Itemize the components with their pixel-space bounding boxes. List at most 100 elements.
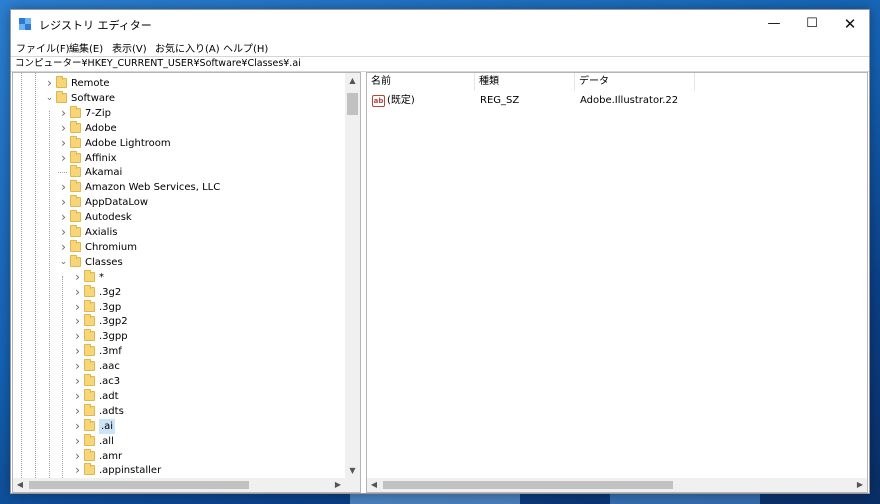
tree-item-label[interactable]: Adobe Lightroom (85, 136, 171, 151)
menu-edit[interactable]: 編集(E) (69, 40, 103, 55)
value-name[interactable]: (既定) (387, 93, 415, 109)
tree-item-label[interactable]: .adt (99, 389, 119, 404)
scroll-left-icon[interactable]: ◀ (13, 478, 27, 492)
tree-row[interactable]: › .amr (13, 448, 343, 464)
tree-item-label[interactable]: .adts (99, 404, 124, 419)
tree-item-label[interactable]: .appinstaller (99, 463, 161, 478)
tree-row[interactable]: › Amazon Web Services, LLC (13, 180, 343, 195)
chevron-right-icon[interactable]: › (59, 210, 68, 225)
minimize-button[interactable]: — (755, 10, 793, 38)
scroll-down-icon[interactable]: ▼ (345, 463, 360, 478)
chevron-right-icon[interactable]: › (73, 285, 82, 300)
chevron-right-icon[interactable]: › (73, 359, 82, 374)
tree-row[interactable]: › .3g2 (13, 284, 343, 300)
tree-item-label[interactable]: * (99, 270, 104, 285)
chevron-right-icon[interactable]: › (59, 106, 68, 121)
value-type[interactable]: REG_SZ (480, 93, 519, 109)
chevron-right-icon[interactable]: › (59, 240, 68, 255)
tree-row[interactable]: › .ac3 (13, 374, 343, 389)
title-bar[interactable]: レジストリ エディター — ☐ ✕ (11, 10, 869, 38)
chevron-right-icon[interactable]: › (59, 121, 68, 136)
tree-row[interactable]: › Chromium (13, 239, 343, 255)
values-horizontal-scrollbar[interactable]: ◀ ▶ (367, 478, 867, 492)
tree-item-label[interactable]: Software (71, 91, 115, 106)
chevron-right-icon[interactable]: › (73, 434, 82, 449)
scroll-right-icon[interactable]: ▶ (331, 478, 345, 492)
tree-item-label[interactable]: Classes (85, 255, 123, 270)
chevron-right-icon[interactable]: › (59, 195, 68, 210)
chevron-right-icon[interactable]: › (73, 463, 82, 478)
scroll-thumb[interactable] (347, 93, 358, 115)
chevron-right-icon[interactable]: › (73, 389, 82, 404)
chevron-right-icon[interactable]: › (45, 76, 54, 91)
close-button[interactable]: ✕ (831, 10, 869, 38)
tree-row[interactable]: › .ai (13, 418, 343, 434)
tree-item-label[interactable]: .all (99, 434, 114, 449)
tree-row[interactable]: › .adt (13, 388, 343, 404)
chevron-right-icon[interactable]: › (73, 270, 82, 285)
tree-item-label[interactable]: Chromium (85, 240, 137, 255)
tree-item-label[interactable]: .3gp2 (99, 314, 128, 329)
chevron-right-icon[interactable]: › (73, 344, 82, 359)
scroll-left-icon[interactable]: ◀ (367, 478, 381, 492)
chevron-down-icon[interactable]: ⌄ (59, 255, 68, 270)
tree-horizontal-scrollbar[interactable]: ◀ ▶ (13, 478, 345, 492)
tree-row[interactable]: › Autodesk (13, 210, 343, 225)
key-tree-pane[interactable]: › Remote ⌄ Software › 7-Zip › Adobe › Adobe Light… (12, 72, 361, 493)
tree-row[interactable]: › .3mf (13, 344, 343, 359)
tree-row[interactable]: › Affinix (13, 150, 343, 166)
tree-row[interactable]: Akamai (13, 165, 343, 180)
tree-row[interactable]: › Adobe Lightroom (13, 135, 343, 151)
chevron-down-icon[interactable]: ⌄ (45, 91, 54, 106)
scroll-thumb[interactable] (29, 481, 249, 489)
tree-row[interactable]: › .all (13, 433, 343, 449)
tree-item-label[interactable]: Affinix (85, 151, 117, 166)
tree-row[interactable]: › * (13, 269, 343, 285)
chevron-right-icon[interactable]: › (73, 404, 82, 419)
tree-item-label[interactable]: Remote (71, 76, 110, 91)
column-header-type[interactable]: 種類 (475, 73, 575, 91)
tree-item-label[interactable]: .aac (99, 359, 120, 374)
tree-row[interactable]: › Remote (13, 76, 343, 91)
tree-item-label[interactable]: 7-Zip (85, 106, 111, 121)
menu-file[interactable]: ファイル(F) (16, 40, 70, 55)
tree-row[interactable]: ⌄ Software (13, 90, 343, 106)
tree-item-label-selected[interactable]: .ai (99, 418, 116, 434)
tree-row[interactable]: ⌄ Classes (13, 254, 343, 270)
tree-item-label[interactable]: .3mf (99, 344, 122, 359)
tree-item-label[interactable]: .amr (99, 449, 122, 464)
chevron-right-icon[interactable]: › (59, 136, 68, 151)
menu-favorites[interactable]: お気に入り(A) (155, 40, 220, 55)
maximize-button[interactable]: ☐ (793, 10, 831, 38)
tree-vertical-scrollbar[interactable]: ▲ ▼ (345, 73, 360, 478)
tree-item-label[interactable]: .3g2 (99, 285, 121, 300)
chevron-right-icon[interactable]: › (73, 300, 82, 315)
chevron-right-icon[interactable]: › (73, 374, 82, 389)
tree-item-label[interactable]: Axialis (85, 225, 117, 240)
tree-row[interactable]: › .3gp (13, 299, 343, 315)
tree-item-label[interactable]: Amazon Web Services, LLC (85, 180, 220, 195)
scroll-up-icon[interactable]: ▲ (345, 73, 360, 88)
menu-help[interactable]: ヘルプ(H) (223, 40, 268, 55)
chevron-right-icon[interactable]: › (73, 449, 82, 464)
tree-item-label[interactable]: Akamai (85, 165, 122, 180)
chevron-right-icon[interactable]: › (73, 329, 82, 344)
scroll-thumb[interactable] (383, 481, 673, 489)
address-bar[interactable]: コンピューター¥HKEY_CURRENT_USER¥Software¥Class… (11, 56, 869, 72)
tree-row[interactable]: › .aac (13, 359, 343, 374)
tree-item-label[interactable]: Autodesk (85, 210, 132, 225)
tree-row[interactable]: › AppDataLow (13, 195, 343, 210)
chevron-right-icon[interactable]: › (59, 151, 68, 166)
tree-row[interactable]: › .3gp2 (13, 314, 343, 329)
chevron-right-icon[interactable]: › (73, 314, 82, 329)
values-pane[interactable]: 名前 種類 データ ab (既定) REG_SZ Adobe.Illustrat… (366, 72, 868, 493)
chevron-right-icon[interactable]: › (73, 419, 82, 434)
tree-row[interactable]: › .3gpp (13, 329, 343, 344)
tree-row[interactable]: › 7-Zip (13, 105, 343, 121)
chevron-right-icon[interactable]: › (59, 180, 68, 195)
tree-row[interactable]: › .adts (13, 403, 343, 419)
menu-view[interactable]: 表示(V) (112, 40, 147, 55)
value-data[interactable]: Adobe.Illustrator.22 (580, 93, 678, 109)
column-header-name[interactable]: 名前 (367, 73, 475, 91)
tree-item-label[interactable]: Adobe (85, 121, 117, 136)
